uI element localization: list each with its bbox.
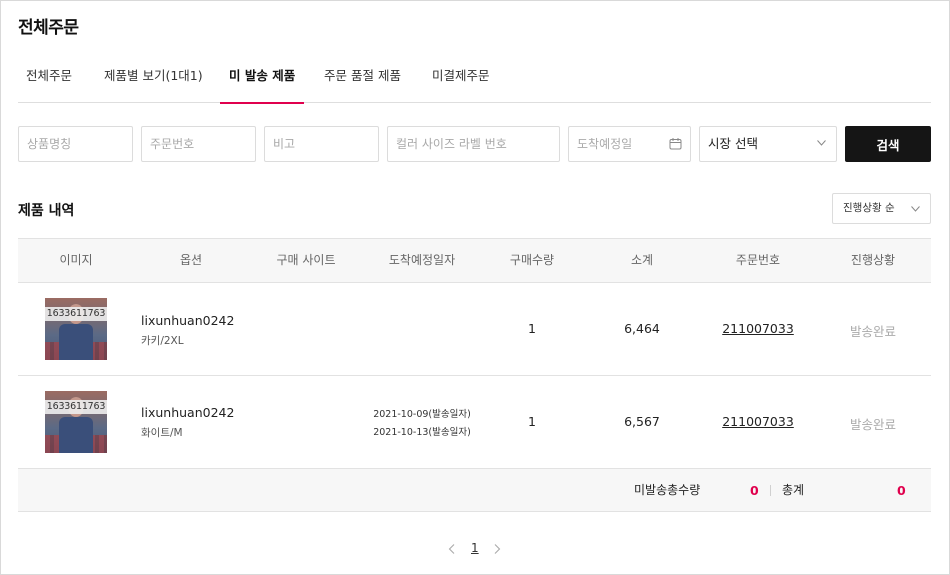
arrival-date-placeholder: 도착예정일: [577, 137, 633, 151]
page-number-current[interactable]: 1: [471, 541, 479, 555]
summary-bar: 미발송총수량 0 총계 0: [18, 469, 931, 512]
tab-unsent-products[interactable]: 미 발송 제품: [219, 59, 305, 104]
header-arrival-date: 도착예정일자: [388, 253, 456, 267]
subtotal: 6,464: [624, 321, 660, 336]
table-row: 1633611763 lixunhuan0242 카키/2XL 1 6,464 …: [18, 283, 931, 376]
order-number-input[interactable]: [141, 126, 256, 162]
quantity: 1: [528, 321, 536, 336]
header-subtotal: 소계: [630, 253, 654, 267]
arrival-date-picker[interactable]: 도착예정일: [568, 126, 691, 162]
chevron-down-icon: [911, 206, 920, 212]
sort-select-value: 진행상황 순: [843, 202, 895, 214]
unsent-total-value: 0: [750, 483, 759, 498]
summary-divider: [770, 485, 771, 496]
header-site: 구매 사이트: [276, 253, 336, 267]
subtotal: 6,567: [624, 414, 660, 429]
pagination: 1: [471, 541, 479, 555]
tab-bar: 전체주문 제품별 보기(1대1) 미 발송 제품 주문 품절 제품 미결제주문: [18, 59, 931, 104]
header-status: 진행상황: [850, 253, 896, 267]
header-option: 옵션: [179, 253, 203, 267]
label-number-input[interactable]: [387, 126, 560, 162]
table-row: 1633611763 lixunhuan0242 화이트/M 2021-10-0…: [18, 376, 931, 469]
product-image-id: 1633611763: [45, 307, 107, 321]
header-image: 이미지: [59, 253, 93, 267]
page-title: 전체주문: [18, 18, 79, 38]
option-name: lixunhuan0242: [141, 405, 235, 420]
product-image[interactable]: 1633611763: [45, 391, 107, 453]
header-order-number: 주문번호: [735, 253, 781, 267]
status-text: 발송완료: [849, 417, 897, 432]
calendar-icon: [669, 138, 682, 150]
chevron-right-icon[interactable]: [493, 544, 501, 554]
tab-out-of-stock[interactable]: 주문 품절 제품: [324, 59, 401, 103]
header-quantity: 구매수량: [509, 253, 555, 267]
arrival-date-line: 2021-10-13(발송일자): [373, 427, 471, 438]
quantity: 1: [528, 414, 536, 429]
grand-total-value: 0: [897, 483, 906, 498]
order-number-link[interactable]: 211007033: [722, 414, 794, 429]
sort-select[interactable]: 진행상황 순: [832, 193, 931, 224]
order-panel: 전체주문 전체주문 제품별 보기(1대1) 미 발송 제품 주문 품절 제품 미…: [0, 0, 950, 575]
market-select[interactable]: 시장 선택: [699, 126, 837, 162]
product-image[interactable]: 1633611763: [45, 298, 107, 360]
product-image-id: 1633611763: [45, 400, 107, 414]
grand-total-label: 총계: [782, 483, 805, 497]
status-text: 발송완료: [849, 324, 897, 339]
tab-by-product[interactable]: 제품별 보기(1대1): [104, 59, 203, 103]
table-header: 이미지 옵션 구매 사이트 도착예정일자 구매수량 소계 주문번호 진행상황: [18, 238, 931, 283]
note-input[interactable]: [264, 126, 379, 162]
search-button[interactable]: 검색: [845, 126, 931, 162]
chevron-left-icon[interactable]: [448, 544, 456, 554]
option-detail: 화이트/M: [141, 427, 183, 439]
tab-unpaid-orders[interactable]: 미결제주문: [432, 59, 490, 103]
option-detail: 카키/2XL: [141, 335, 184, 347]
product-name-input[interactable]: [18, 126, 133, 162]
chevron-down-icon: [817, 140, 826, 146]
order-number-link[interactable]: 211007033: [722, 321, 794, 336]
option-name: lixunhuan0242: [141, 313, 235, 328]
section-title: 제품 내역: [18, 203, 75, 219]
tab-all-orders[interactable]: 전체주문: [26, 59, 72, 103]
market-select-value: 시장 선택: [708, 136, 758, 151]
unsent-total-label: 미발송총수량: [634, 483, 701, 497]
arrival-date-line: 2021-10-09(발송일자): [373, 409, 471, 420]
